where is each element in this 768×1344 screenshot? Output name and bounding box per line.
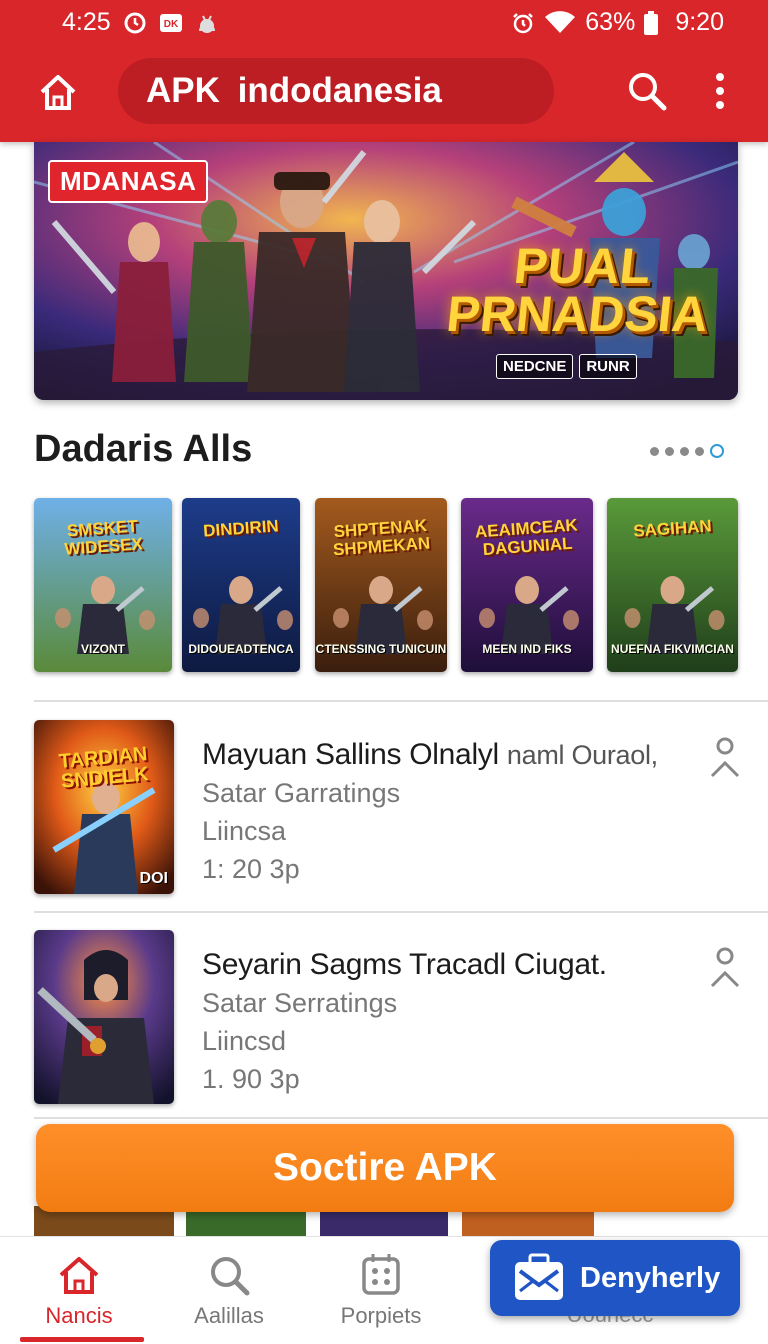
nav-active-indicator (20, 1337, 144, 1342)
divider (34, 1117, 768, 1119)
list-item[interactable]: TARDIAN SNDIELK DOI Mayuan Sallins Olnal… (34, 720, 768, 896)
search-icon (629, 73, 667, 111)
item-action-button[interactable] (708, 946, 742, 992)
divider (34, 911, 768, 913)
card-caption: NUEFNA FIKVIMCIAN (611, 642, 734, 656)
dice-icon (357, 1251, 405, 1299)
nav-tab-search[interactable]: Aalillas (154, 1237, 304, 1344)
person-chevron-icon (710, 737, 740, 778)
page-dot[interactable] (680, 446, 689, 456)
banner-title-line1: PUAL (511, 238, 654, 294)
game-carousel: SMSKET WIDESEX VIZONT DINDIRIN DIDOUEADTENC… (34, 498, 738, 674)
card-caption: DIDOUEADTENCA (188, 642, 294, 656)
item-title[interactable]: Seyarin Sagms Tracadl Ciugat. (202, 948, 607, 982)
card-caption: CTENSSING TUNICUIN (315, 642, 447, 656)
list-item[interactable]: Seyarin Sagms Tracadl Ciugat. Satar Serr… (34, 930, 768, 1106)
home-icon (55, 1251, 103, 1299)
item-meta: 1. 90 3p (202, 1064, 300, 1094)
item-ratings: Satar Serratings (202, 988, 398, 1018)
fab-label: Denyherly (580, 1261, 721, 1294)
battery-icon (643, 10, 659, 35)
app-screen: 4:25 DK 63% 9:20 APK indodanesia MDANASA… (0, 0, 768, 1344)
item-license: Liincsd (202, 1026, 287, 1056)
banner-sub-left: NEDCNE (496, 354, 574, 379)
clock-icon (123, 11, 147, 35)
nav-tab-projects[interactable]: Porpiets (306, 1237, 456, 1344)
game-card[interactable]: SMSKET WIDESEX VIZONT (34, 498, 172, 672)
app-title-pill[interactable]: APK indodanesia (118, 58, 554, 124)
game-card[interactable]: AEAIMCEAK DAGUNIAL MEEN IND FIKS (461, 498, 593, 672)
page-dot[interactable] (665, 446, 674, 456)
item-title[interactable]: Mayuan Sallins Olnalyl naml Ouraol, (202, 738, 658, 772)
page-dot[interactable] (695, 446, 704, 456)
banner-title: PUAL PRNADSIA (425, 238, 735, 342)
game-thumbnail[interactable] (34, 930, 174, 1104)
carousel-page-indicator (650, 444, 724, 458)
game-card[interactable]: SAGIHAN NUEFNA FIKVIMCIAN (607, 498, 738, 672)
item-meta: 1: 20 3p (202, 854, 300, 884)
page-dot[interactable] (650, 446, 659, 456)
banner-tag: MDANASA (48, 160, 209, 203)
status-time-right: 9:20 (675, 8, 724, 36)
home-button[interactable] (34, 68, 82, 116)
section-title: Dadaris Alls (34, 428, 253, 470)
card-caption: MEEN IND FIKS (482, 642, 572, 656)
item-action-button[interactable] (708, 736, 742, 782)
status-time-left: 4:25 (62, 8, 111, 36)
item-title-text: Mayuan Sallins Olnalyl (202, 738, 499, 771)
nav-tab-home[interactable]: Nancis (4, 1237, 154, 1344)
download-apk-button[interactable]: Soctire APK (36, 1124, 734, 1212)
search-icon (205, 1251, 253, 1299)
search-button[interactable] (626, 70, 668, 112)
item-title-text: Seyarin Sagms Tracadl Ciugat. (202, 948, 607, 981)
banner-subtitle: NEDCNE RUNR (496, 354, 637, 379)
app-bar: APK indodanesia (0, 52, 768, 132)
item-license: Liincsa (202, 816, 287, 846)
more-vertical-icon (716, 73, 724, 109)
game-thumbnail[interactable]: TARDIAN SNDIELK DOI (34, 720, 174, 894)
game-card[interactable]: DINDIRIN DIDOUEADTENCA (182, 498, 300, 672)
divider (34, 700, 768, 702)
app-title: APK indodanesia (146, 71, 442, 110)
nav-label: Aalillas (194, 1303, 264, 1328)
alarm-icon (511, 11, 535, 35)
nav-label: Nancis (45, 1303, 113, 1328)
home-icon (40, 75, 76, 110)
top-bar: 4:25 DK 63% 9:20 APK indodanesia (0, 0, 768, 142)
status-bar: 4:25 DK 63% 9:20 (0, 0, 768, 44)
wifi-icon (543, 10, 577, 35)
page-dot-active[interactable] (710, 444, 724, 458)
item-ratings: Satar Garratings (202, 778, 401, 808)
nav-label: Porpiets (340, 1303, 422, 1328)
thumbnail-badge: DOI (139, 870, 168, 887)
notification-badge-icon: DK (159, 11, 183, 35)
game-card[interactable]: SHPTENAK SHPMEKAN CTENSSING TUNICUIN (315, 498, 447, 672)
banner-title-line2: PRNADSIA (443, 286, 711, 342)
more-options-button[interactable] (702, 70, 738, 112)
briefcase-mail-icon (512, 1253, 566, 1303)
featured-banner[interactable]: MDANASA PUAL PRNADSIA NEDCNE RUNR (34, 142, 738, 400)
cta-label: Soctire APK (273, 1146, 497, 1189)
person-chevron-icon (710, 947, 740, 988)
svg-text:DK: DK (163, 19, 178, 30)
android-icon (195, 11, 219, 35)
battery-percent: 63% (585, 8, 636, 36)
banner-sub-right: RUNR (579, 354, 637, 379)
card-caption: VIZONT (81, 642, 125, 656)
deny-help-button[interactable]: Denyherly (490, 1240, 740, 1316)
item-title-extra: naml Ouraol, (506, 740, 658, 770)
